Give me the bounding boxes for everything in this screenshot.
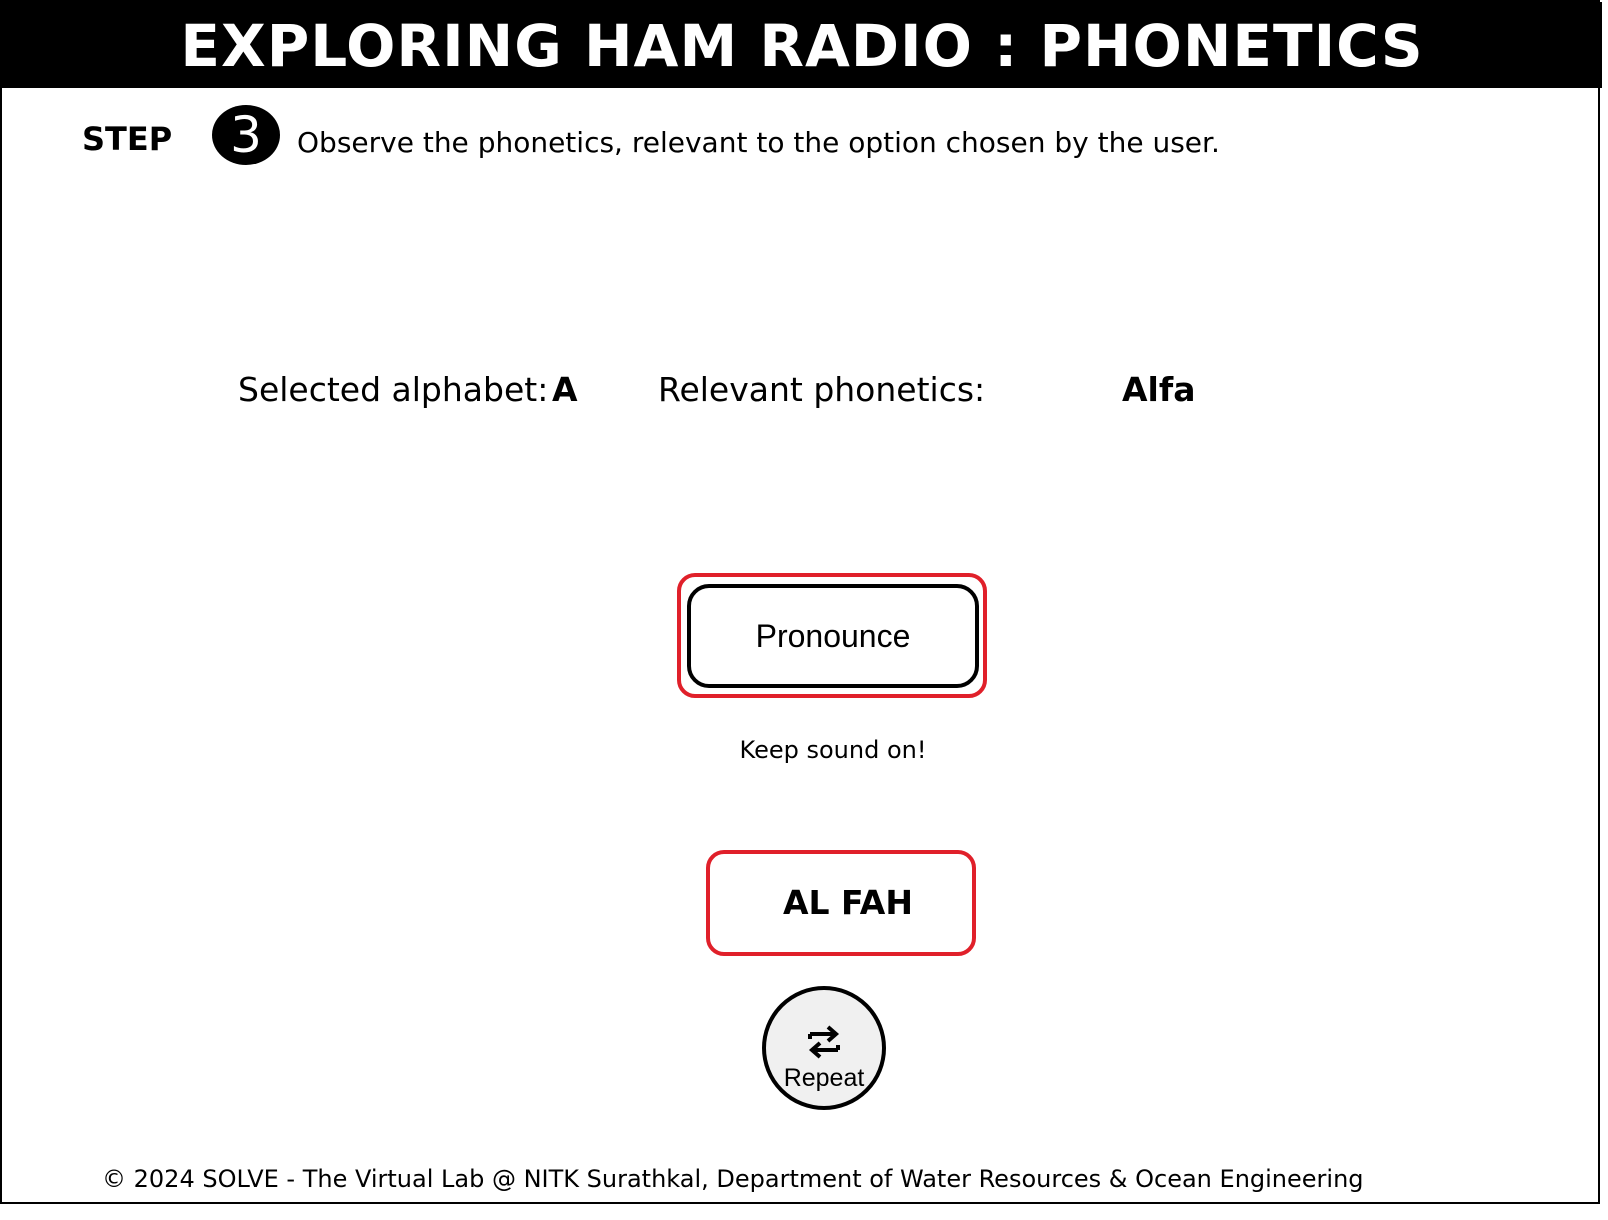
relevant-phonetics-value: Alfa (1122, 370, 1196, 409)
repeat-button[interactable]: Repeat (762, 986, 886, 1110)
repeat-icon (808, 1025, 840, 1059)
footer-copyright: © 2024 SOLVE - The Virtual Lab @ NITK Su… (102, 1165, 1364, 1193)
step-label: STEP (82, 120, 173, 158)
step-number-badge: 3 (212, 105, 280, 165)
selected-alphabet-value: A (552, 370, 578, 409)
selected-alphabet-label: Selected alphabet: (238, 370, 549, 409)
pronounce-button[interactable]: Pronounce (687, 584, 979, 688)
app-frame: EXPLORING HAM RADIO : PHONETICS STEP 3 O… (0, 0, 1602, 1204)
pronunciation-display: AL FAH (706, 850, 976, 956)
sound-hint: Keep sound on! (739, 736, 927, 764)
page-title: EXPLORING HAM RADIO : PHONETICS (2, 2, 1602, 88)
repeat-label: Repeat (783, 1064, 865, 1092)
step-instruction: Observe the phonetics, relevant to the o… (297, 126, 1220, 159)
relevant-phonetics-label: Relevant phonetics: (658, 370, 986, 409)
